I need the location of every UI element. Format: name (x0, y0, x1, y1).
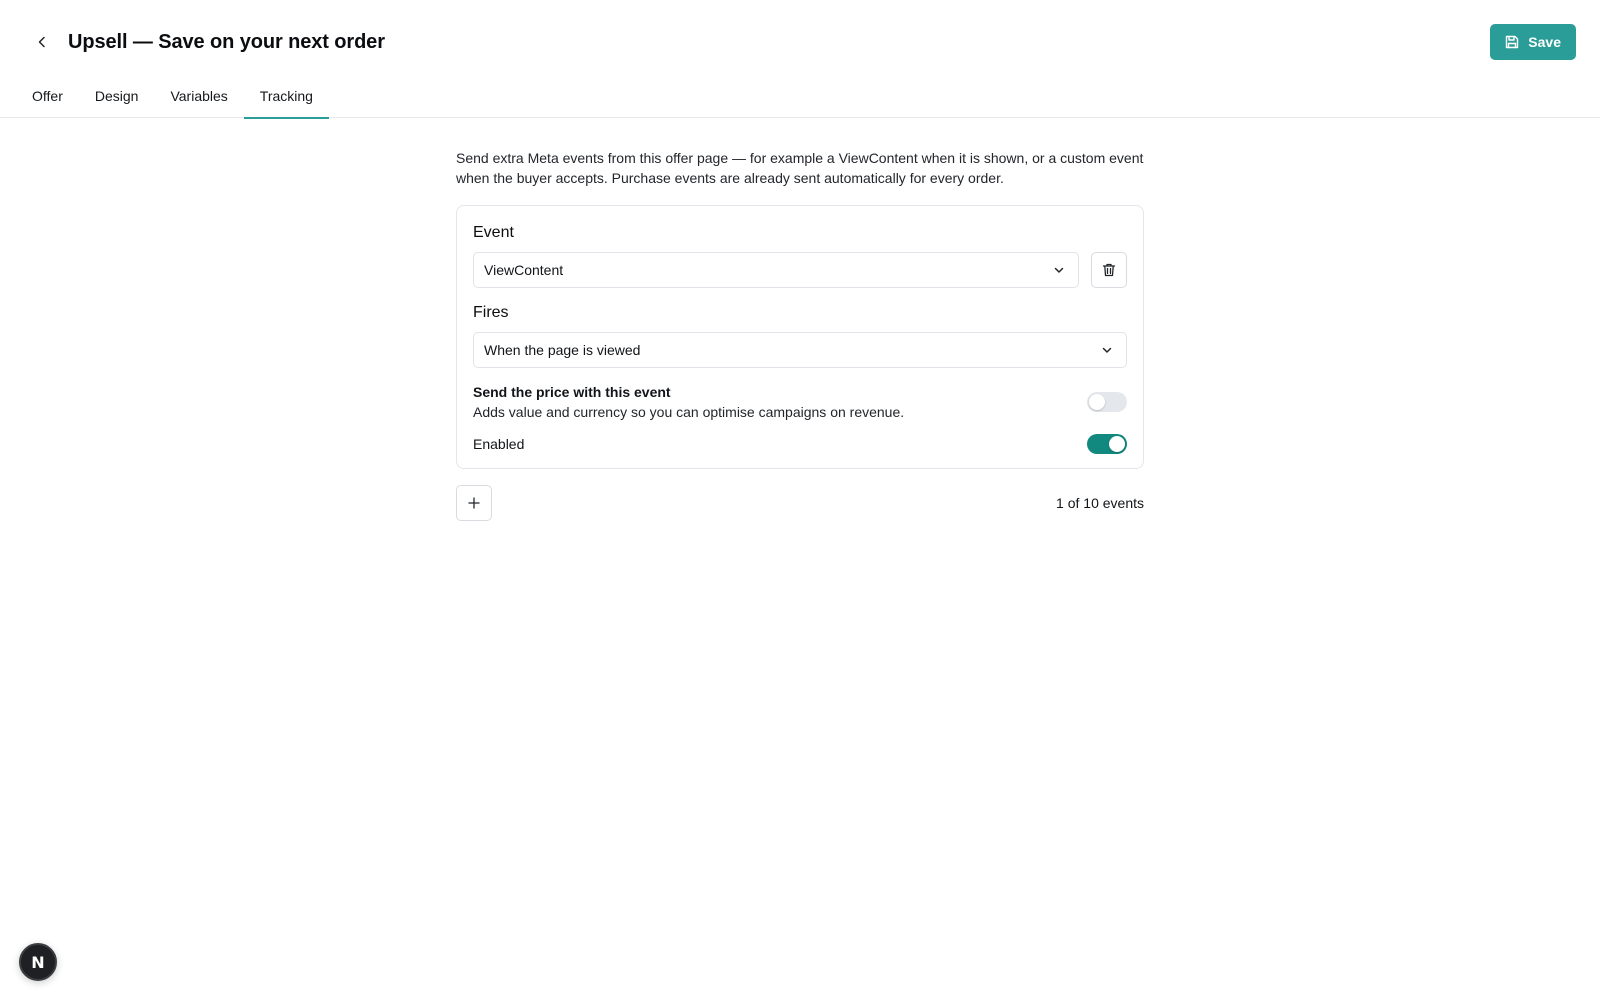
send-price-text: Send the price with this event Adds valu… (473, 382, 904, 422)
events-footer: 1 of 10 events (456, 485, 1144, 521)
dev-tools-badge[interactable]: N (19, 943, 57, 981)
chevron-down-icon (1054, 267, 1064, 273)
save-button[interactable]: Save (1490, 24, 1576, 60)
send-price-title: Send the price with this event (473, 384, 671, 400)
delete-event-button[interactable] (1091, 252, 1127, 288)
tracking-panel: Send extra Meta events from this offer p… (456, 148, 1144, 521)
event-label: Event (473, 224, 514, 241)
tab-offer[interactable]: Offer (16, 84, 79, 118)
page-title: Upsell — Save on your next order (68, 31, 385, 53)
toggle-knob (1089, 394, 1105, 410)
chevron-down-icon (1102, 347, 1112, 353)
chevron-left-icon (38, 36, 45, 48)
fires-label: Fires (473, 304, 509, 321)
dev-badge-letter: N (31, 952, 45, 972)
tab-variables[interactable]: Variables (154, 84, 243, 118)
tab-design[interactable]: Design (79, 84, 155, 118)
send-price-toggle[interactable] (1087, 392, 1127, 412)
plus-icon (468, 497, 480, 509)
fires-row: When the page is viewed (473, 332, 1127, 368)
send-price-description: Adds value and currency so you can optim… (473, 404, 905, 420)
tab-tracking[interactable]: Tracking (243, 84, 330, 119)
enabled-toggle[interactable] (1087, 434, 1127, 454)
event-select[interactable]: ViewContent (473, 252, 1079, 288)
enabled-row: Enabled (473, 434, 1127, 454)
toggle-knob (1109, 436, 1125, 452)
page-header: Upsell — Save on your next order Save (0, 0, 1600, 84)
trash-icon (1102, 263, 1116, 277)
tracking-intro: Send extra Meta events from this offer p… (456, 150, 1144, 186)
save-button-label: Save (1528, 34, 1561, 50)
back-button[interactable] (28, 28, 56, 56)
event-card: Event ViewContent Fires When the page is… (456, 205, 1144, 469)
fires-select[interactable]: When the page is viewed (473, 332, 1127, 368)
fires-select-value: When the page is viewed (484, 342, 641, 358)
event-row: ViewContent (473, 252, 1127, 288)
event-count: 1 of 10 events (1056, 495, 1144, 511)
floppy-disk-icon (1506, 35, 1519, 49)
send-price-row: Send the price with this event Adds valu… (473, 382, 1127, 422)
enabled-label: Enabled (473, 436, 525, 452)
tab-bar: Offer Design Variables Tracking (0, 84, 1600, 119)
add-event-button[interactable] (456, 485, 492, 521)
event-select-value: ViewContent (484, 262, 564, 278)
